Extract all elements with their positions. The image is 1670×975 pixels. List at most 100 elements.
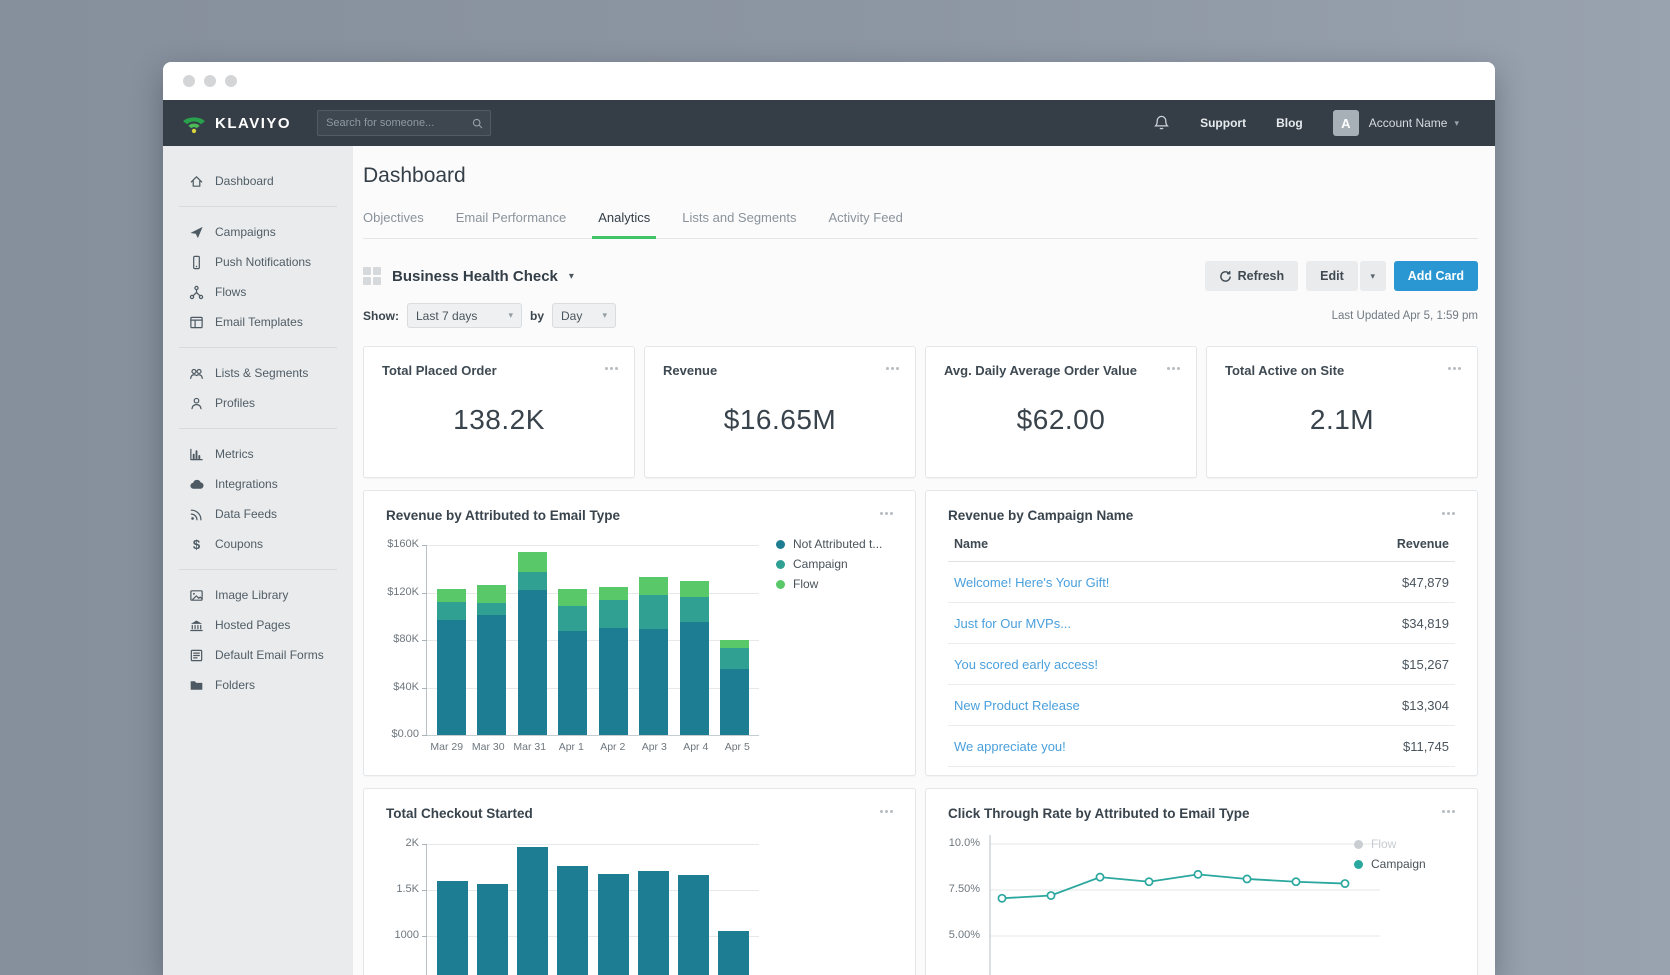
card-menu-icon[interactable]: [605, 367, 618, 370]
tab-bar: Objectives Email Performance Analytics L…: [363, 204, 1478, 239]
tab-objectives[interactable]: Objectives: [363, 204, 424, 238]
data-point: [1292, 878, 1299, 885]
card-menu-icon[interactable]: [880, 512, 893, 515]
tab-analytics[interactable]: Analytics: [598, 204, 650, 238]
window-control-dot[interactable]: [225, 75, 237, 87]
card-menu-icon[interactable]: [1442, 810, 1455, 813]
y-tick-label: $160K: [367, 538, 419, 550]
legend-item[interactable]: Campaign: [776, 557, 882, 571]
sidebar-item-label: Campaigns: [215, 225, 276, 239]
campaign-link[interactable]: You scored early access!: [954, 657, 1098, 672]
campaign-revenue-table: Name Revenue Welcome! Here's Your Gift! …: [948, 537, 1455, 767]
sidebar-item-label: Coupons: [215, 537, 263, 551]
sidebar-item-profiles[interactable]: Profiles: [163, 388, 353, 418]
legend-dot: [1354, 860, 1363, 869]
stat-title: Total Placed Order: [382, 363, 616, 378]
avatar[interactable]: A: [1333, 110, 1359, 136]
legend-label: Campaign: [793, 557, 848, 571]
stat-card-total-placed-order: Total Placed Order 138.2K: [363, 346, 635, 478]
bar-chart-icon: [189, 447, 204, 462]
y-tick-label: 2K: [367, 837, 419, 849]
granularity-select[interactable]: Day ▾: [552, 303, 616, 328]
legend-item[interactable]: Flow: [776, 577, 882, 591]
legend-dot: [1354, 840, 1363, 849]
main-content: Dashboard Objectives Email Performance A…: [353, 146, 1495, 975]
bars: [427, 545, 759, 735]
bar-segment: [639, 577, 668, 595]
card-menu-icon[interactable]: [880, 810, 893, 813]
sidebar-item-integrations[interactable]: Integrations: [163, 469, 353, 499]
board-picker[interactable]: Business Health Check ▾: [363, 267, 574, 285]
campaign-link[interactable]: Welcome! Here's Your Gift!: [954, 575, 1109, 590]
search-input[interactable]: [324, 116, 471, 130]
period-select[interactable]: Last 7 days ▾: [407, 303, 522, 328]
account-name[interactable]: Account Name: [1369, 116, 1448, 130]
nav-blog[interactable]: Blog: [1276, 116, 1303, 130]
data-point: [998, 895, 1005, 902]
card-menu-icon[interactable]: [1448, 367, 1461, 370]
sidebar-item-metrics[interactable]: Metrics: [163, 439, 353, 469]
edit-dropdown-button[interactable]: ▾: [1360, 261, 1386, 291]
edit-button[interactable]: Edit: [1306, 261, 1358, 291]
window-control-dot[interactable]: [183, 75, 195, 87]
window-control-dot[interactable]: [204, 75, 216, 87]
notifications-bell-icon[interactable]: [1153, 114, 1170, 132]
tab-lists-and-segments[interactable]: Lists and Segments: [682, 204, 796, 238]
tab-activity-feed[interactable]: Activity Feed: [828, 204, 902, 238]
bar: [437, 589, 466, 735]
add-card-button[interactable]: Add Card: [1394, 261, 1478, 291]
sidebar: Dashboard Campaigns Push Notifications F…: [163, 146, 353, 975]
sidebar-item-default-email-forms[interactable]: Default Email Forms: [163, 640, 353, 670]
x-tick-label: Mar 31: [509, 741, 551, 753]
sidebar-item-hosted-pages[interactable]: Hosted Pages: [163, 610, 353, 640]
chevron-down-icon: ▾: [1370, 271, 1375, 282]
sidebar-item-lists-segments[interactable]: Lists & Segments: [163, 358, 353, 388]
sidebar-item-image-library[interactable]: Image Library: [163, 580, 353, 610]
card-menu-icon[interactable]: [1442, 512, 1455, 515]
legend-item[interactable]: Campaign: [1354, 857, 1426, 871]
bar-segment: [558, 589, 587, 606]
klaviyo-logo[interactable]: KLAVIYO: [181, 112, 291, 134]
x-tick-label: Mar 29: [426, 741, 468, 753]
data-point: [1243, 875, 1250, 882]
sidebar-item-label: Dashboard: [215, 174, 274, 188]
charts-row-2: Total Checkout Started 10001.5K2K Click …: [363, 788, 1478, 975]
x-axis-labels: Mar 29Mar 30Mar 31Apr 1Apr 2Apr 3Apr 4Ap…: [426, 741, 758, 753]
sidebar-item-folders[interactable]: Folders: [163, 670, 353, 700]
card-menu-icon[interactable]: [1167, 367, 1180, 370]
search-box[interactable]: [317, 110, 491, 136]
bar-segment: [720, 669, 749, 736]
sidebar-item-coupons[interactable]: $ Coupons: [163, 529, 353, 559]
sidebar-item-flows[interactable]: Flows: [163, 277, 353, 307]
table-card-revenue-by-campaign: Revenue by Campaign Name Name Revenue We…: [925, 490, 1478, 776]
sidebar-item-campaigns[interactable]: Campaigns: [163, 217, 353, 247]
legend-item[interactable]: Not Attributed t...: [776, 537, 882, 551]
sidebar-item-data-feeds[interactable]: Data Feeds: [163, 499, 353, 529]
campaign-link[interactable]: Just for Our MVPs...: [954, 616, 1071, 631]
refresh-button[interactable]: Refresh: [1205, 261, 1299, 291]
dollar-icon: $: [189, 537, 204, 552]
campaign-link[interactable]: New Product Release: [954, 698, 1080, 713]
campaign-link[interactable]: We appreciate you!: [954, 739, 1066, 754]
sidebar-item-dashboard[interactable]: Dashboard: [163, 166, 353, 196]
sidebar-item-email-templates[interactable]: Email Templates: [163, 307, 353, 337]
home-icon: [189, 174, 204, 189]
bar-segment: [477, 615, 506, 735]
table-row: New Product Release $13,304: [948, 685, 1455, 726]
bar-segment: [678, 875, 709, 975]
bar-segment: [720, 648, 749, 668]
tab-email-performance[interactable]: Email Performance: [456, 204, 567, 238]
x-tick-label: Apr 1: [551, 741, 593, 753]
bar: [638, 871, 669, 975]
bar-segment: [558, 606, 587, 631]
card-menu-icon[interactable]: [886, 367, 899, 370]
nav-support[interactable]: Support: [1200, 116, 1246, 130]
app-header: KLAVIYO Support Blog A Account Name ▾: [163, 100, 1495, 146]
bar: [639, 577, 668, 735]
y-tick-label: 1.5K: [367, 883, 419, 895]
sidebar-item-push-notifications[interactable]: Push Notifications: [163, 247, 353, 277]
bar: [599, 587, 628, 735]
line-plot: 10.0%7.50%5.00%: [988, 829, 1388, 975]
legend-item[interactable]: Flow: [1354, 837, 1426, 851]
chevron-down-icon[interactable]: ▾: [1454, 118, 1459, 129]
